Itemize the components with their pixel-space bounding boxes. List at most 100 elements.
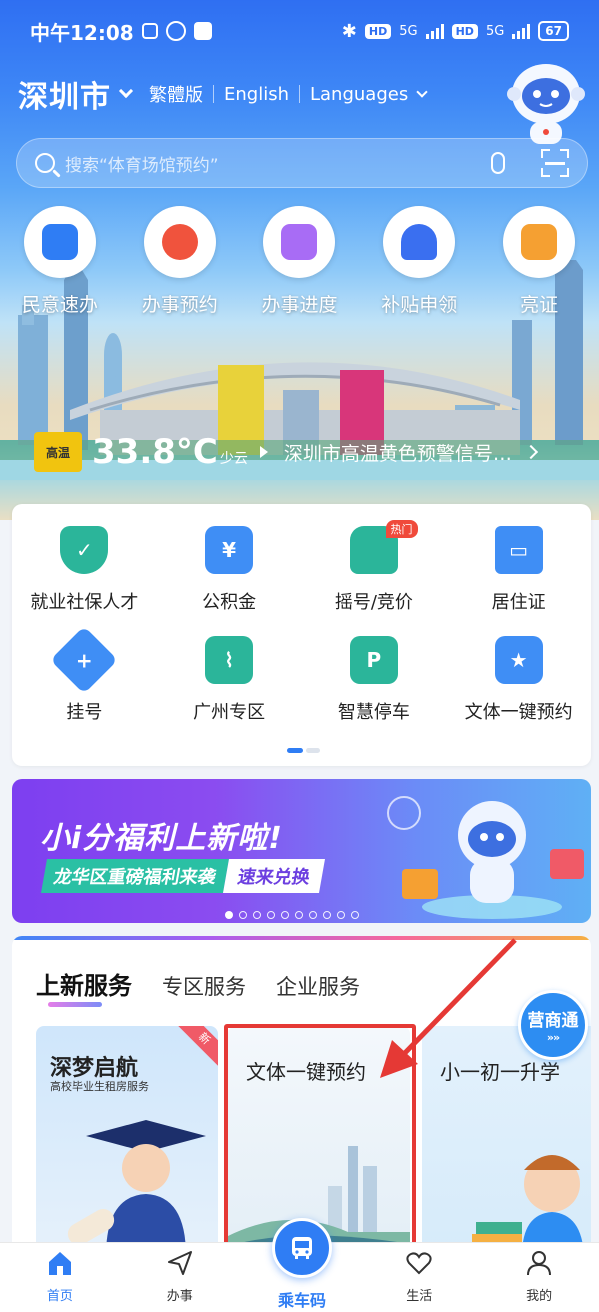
quick-action-label: 补贴申领: [381, 294, 458, 316]
english-link[interactable]: English: [224, 84, 289, 105]
search-icon: [35, 153, 55, 173]
service-guangzhou[interactable]: ⌇ 广州专区: [157, 636, 302, 746]
quick-action-label: 办事进度: [261, 294, 338, 316]
promo-banner[interactable]: 小i分福利上新啦! 龙华区重磅福利来袭 速来兑换: [12, 779, 591, 923]
service-card-graduate[interactable]: 深梦启航 高校毕业生租房服务 新: [36, 1026, 218, 1256]
tab-new-services[interactable]: 上新服务: [36, 966, 132, 1001]
chevron-down-icon[interactable]: [118, 83, 134, 99]
bus-icon: [292, 1237, 312, 1259]
new-badge: 新: [176, 1026, 218, 1067]
nav-me[interactable]: 我的: [479, 1243, 599, 1312]
signal-bars-1-icon: [425, 23, 444, 39]
signal-bars-2-icon: [512, 23, 531, 39]
nav-label: 生活: [406, 1289, 433, 1304]
card-subtitle: 高校毕业生租房服务: [50, 1080, 149, 1093]
temperature: 33.8°C: [92, 432, 218, 472]
quick-actions: 民意速办 办事预约 办事进度 补贴申领 亮证: [0, 206, 599, 317]
quick-action-subsidy[interactable]: 补贴申领: [359, 206, 479, 317]
service-grid-card: ✓ 就业社保人才 ¥ 公积金 热门 摇号/竞价 ▭ 居住证 + 挂号 ⌇ 广州专…: [12, 504, 591, 766]
traditional-chinese-link[interactable]: 繁體版: [149, 81, 203, 107]
banner-subtitle-b: 速来兑换: [223, 859, 325, 893]
search-input[interactable]: 搜索“体育场馆预约”: [65, 151, 491, 176]
bluetooth-icon: ✱: [341, 20, 357, 42]
weather-warning-text[interactable]: 深圳市高温黄色预警信号…: [284, 439, 512, 466]
divider: [299, 85, 300, 103]
home-icon: [48, 1252, 71, 1275]
service-culture-sports[interactable]: ★ 文体一键预约: [446, 636, 591, 746]
microphone-icon[interactable]: [491, 152, 505, 174]
send-icon: [167, 1251, 192, 1275]
ride-code-label[interactable]: 乘车码: [270, 1287, 334, 1311]
service-label: 就业社保人才: [30, 592, 139, 613]
service-label: 挂号: [66, 702, 103, 723]
rainbow-divider: [12, 936, 591, 940]
profile-icon: [527, 1251, 552, 1276]
service-employment[interactable]: ✓ 就业社保人才: [12, 526, 157, 636]
quick-action-show-id[interactable]: 亮证: [479, 206, 599, 317]
guangzhou-tower-icon: ⌇: [205, 636, 254, 684]
search-bar[interactable]: 搜索“体育场馆预约”: [16, 138, 588, 188]
status-bar: 中午12:08 ✱ HD 5G HD 5G 67: [0, 0, 599, 62]
business-service-label: 营商通: [527, 1011, 579, 1031]
quick-action-progress[interactable]: 办事进度: [240, 206, 360, 317]
service-label: 居住证: [491, 592, 546, 613]
card-title: 小一初一升学: [440, 1060, 560, 1084]
app-notification-icon: [193, 22, 212, 40]
nav-services[interactable]: 办事: [120, 1243, 240, 1312]
quick-action-appointment[interactable]: 办事预约: [120, 206, 240, 317]
double-chevron-icon: »»: [546, 1031, 560, 1044]
parking-icon: P: [349, 636, 398, 684]
network-label-1: 5G: [399, 23, 418, 39]
service-card-school-enrollment[interactable]: 小一初一升学: [422, 1026, 591, 1256]
tab-zone-services[interactable]: 专区服务: [162, 971, 246, 1001]
train-icon: [401, 224, 438, 260]
nav-label: 首页: [46, 1289, 73, 1304]
student-illustration: [472, 1155, 584, 1256]
service-lottery[interactable]: 热门 摇号/竞价: [302, 520, 447, 636]
quick-action-label: 办事预约: [141, 294, 218, 316]
location-bar: 深圳市 繁體版 English Languages: [18, 72, 428, 116]
id-card-icon: ▭: [494, 526, 543, 574]
nav-home[interactable]: 首页: [0, 1243, 120, 1312]
alarm-icon: [165, 21, 186, 41]
service-tabs: 上新服务 专区服务 企业服务: [36, 966, 360, 1001]
quick-action-minyi[interactable]: 民意速办: [0, 206, 120, 317]
clock: 中午12:08: [30, 20, 134, 45]
tab-indicator: [48, 1002, 102, 1007]
business-service-badge[interactable]: 营商通 »»: [518, 990, 588, 1060]
clock-icon: [161, 224, 198, 260]
medical-cross-icon: +: [50, 626, 119, 694]
nav-label: 办事: [166, 1289, 193, 1304]
service-residence-permit[interactable]: ▭ 居住证: [446, 526, 591, 636]
city-selector[interactable]: 深圳市: [18, 72, 111, 116]
shield-check-icon: ✓: [60, 526, 109, 574]
weather-bar[interactable]: 高温 33.8°C 少云 深圳市高温黄色预警信号…: [34, 432, 538, 472]
nav-life[interactable]: 生活: [359, 1243, 479, 1312]
robot-assistant-icon[interactable]: [500, 54, 592, 146]
scan-icon[interactable]: [541, 149, 569, 177]
network-label-2: 5G: [485, 23, 505, 39]
service-parking[interactable]: P 智慧停车: [302, 636, 447, 746]
heat-warning-badge: 高温: [34, 432, 82, 472]
quick-action-label: 民意速办: [21, 294, 98, 316]
hd-badge-2: HD: [451, 23, 478, 39]
service-label: 广州专区: [193, 702, 266, 723]
hot-badge: 热门: [385, 520, 418, 538]
banner-subtitle: 龙华区重磅福利来袭 速来兑换: [41, 859, 325, 893]
service-housing-fund[interactable]: ¥ 公积金: [157, 526, 302, 636]
progress-arrow-icon: [281, 224, 318, 260]
languages-dropdown[interactable]: Languages: [310, 84, 408, 105]
speech-bubble-icon: [41, 224, 78, 260]
service-label: 公积金: [202, 592, 257, 613]
highlight-box: [224, 1024, 416, 1250]
ride-code-button[interactable]: [272, 1218, 332, 1278]
quick-action-label: 亮证: [520, 294, 559, 316]
battery-indicator: 67: [538, 21, 569, 41]
tab-enterprise-services[interactable]: 企业服务: [276, 971, 360, 1001]
chevron-down-icon[interactable]: [416, 86, 428, 98]
banner-robot-illustration: [387, 796, 584, 919]
chevron-right-icon[interactable]: [523, 444, 538, 460]
service-grid: ✓ 就业社保人才 ¥ 公积金 热门 摇号/竞价 ▭ 居住证 + 挂号 ⌇ 广州专…: [12, 520, 591, 746]
banner-pager: [225, 911, 359, 919]
service-registration[interactable]: + 挂号: [12, 626, 157, 746]
